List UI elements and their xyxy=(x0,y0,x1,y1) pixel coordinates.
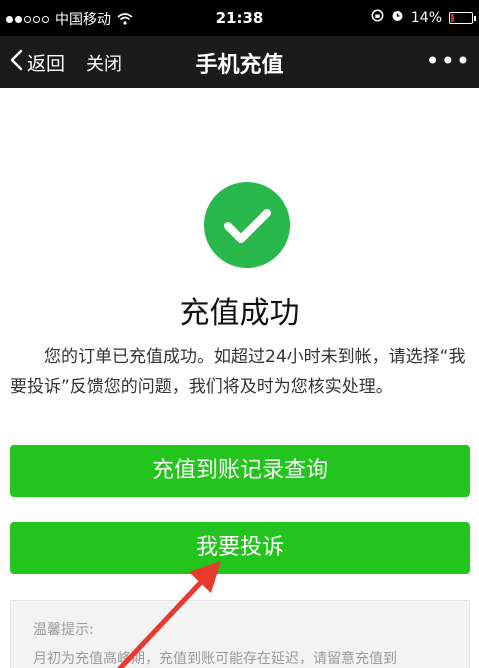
back-label: 返回 xyxy=(27,53,66,75)
main-content: 充值成功 您的订单已充值成功。如超过24小时未到帐，请选择“我要投诉”反馈您的问… xyxy=(0,88,479,668)
tips-panel: 温馨提示: 月初为充值高峰期，充值到账可能存在延迟，请留意充值到 xyxy=(10,600,470,668)
status-right: 14% xyxy=(371,9,476,26)
success-title: 充值成功 xyxy=(179,296,300,331)
close-button[interactable]: 关闭 xyxy=(86,50,122,76)
more-menu-button[interactable]: ••• xyxy=(426,47,471,75)
page-title: 手机充值 xyxy=(195,53,284,78)
success-description: 您的订单已充值成功。如超过24小时未到帐，请选择“我要投诉”反馈您的问题，我们将… xyxy=(10,347,466,397)
success-check-icon xyxy=(204,182,290,268)
complaint-button[interactable]: 我要投诉 xyxy=(10,522,470,574)
tips-title: 温馨提示: xyxy=(33,622,94,638)
recharge-records-button[interactable]: 充值到账记录查询 xyxy=(10,445,470,497)
back-button[interactable]: 返回 xyxy=(10,49,65,76)
status-bar: 中国移动 21:38 14% xyxy=(0,0,479,36)
rotation-lock-icon xyxy=(371,9,384,26)
battery-percent: 14% xyxy=(410,9,442,26)
tips-body: 月初为充值高峰期，充值到账可能存在延迟，请留意充值到 xyxy=(33,651,397,667)
battery-level-fill xyxy=(451,13,454,22)
chevron-left-icon xyxy=(10,49,23,76)
alarm-clock-icon xyxy=(391,9,404,26)
battery-icon xyxy=(449,11,476,24)
nav-bar: 返回 关闭 手机充值 ••• xyxy=(0,36,479,88)
